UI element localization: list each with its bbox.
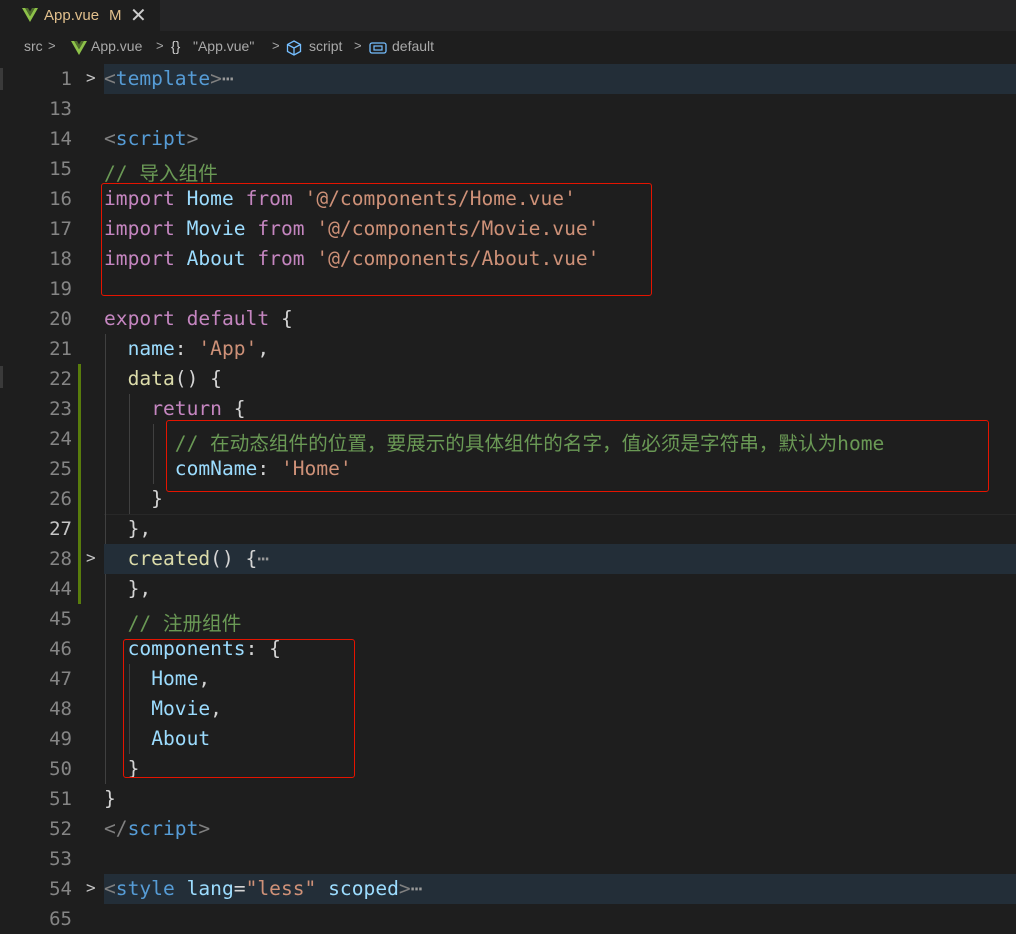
chevron-right-icon[interactable]: > (86, 548, 96, 567)
code-text: }, (104, 577, 152, 600)
chevron-right-icon[interactable]: > (86, 68, 96, 87)
code-text: <script> (104, 127, 199, 150)
code-text: <style lang="less" scoped>⋯ (104, 877, 423, 900)
line-number: 22 (49, 368, 72, 390)
line-number: 49 (49, 728, 72, 750)
vue-logo-icon (71, 41, 87, 55)
code-line[interactable]: 22 data() { (0, 364, 1016, 394)
tab-app-vue[interactable]: App.vue M ✕ (0, 0, 160, 31)
chevron-right-icon[interactable]: > (86, 878, 96, 897)
line-number: 48 (49, 698, 72, 720)
breadcrumb-file[interactable]: App.vue (91, 38, 142, 54)
code-text: export default { (104, 307, 293, 330)
code-editor[interactable]: 1 > <template>⋯ 13 14 <script> 15 // 导入组… (0, 64, 1016, 930)
code-line[interactable]: 27 }, (0, 514, 1016, 544)
line-number: 25 (49, 458, 72, 480)
close-icon[interactable]: ✕ (130, 3, 147, 28)
code-line[interactable]: 54 > <style lang="less" scoped>⋯ (0, 874, 1016, 904)
variable-icon (369, 42, 387, 54)
code-line[interactable]: 15 // 导入组件 (0, 154, 1016, 185)
line-number: 14 (49, 128, 72, 150)
code-line[interactable]: 65 (0, 904, 1016, 934)
annotation-box-components (123, 639, 355, 778)
line-number: 47 (49, 668, 72, 690)
code-line[interactable]: 21 name: 'App', (0, 334, 1016, 364)
line-number: 20 (49, 308, 72, 330)
line-number: 44 (49, 578, 72, 600)
breadcrumb-default[interactable]: default (392, 38, 434, 54)
line-number: 54 (49, 878, 72, 900)
code-text: return { (151, 397, 246, 420)
code-line[interactable]: 53 (0, 844, 1016, 874)
line-number: 21 (49, 338, 72, 360)
line-number: 65 (49, 908, 72, 930)
line-number: 53 (49, 848, 72, 870)
code-text: created() {⋯ (127, 547, 270, 570)
line-number: 52 (49, 818, 72, 840)
line-number: 24 (49, 428, 72, 450)
cube-icon (286, 40, 302, 56)
modified-indicator: M (109, 7, 122, 24)
breadcrumb-src[interactable]: src (24, 38, 43, 54)
folded-ellipsis: ⋯ (410, 877, 423, 900)
code-line[interactable]: 45 // 注册组件 (0, 604, 1016, 635)
line-number: 28 (49, 548, 72, 570)
code-text: <template>⋯ (104, 67, 234, 90)
code-line[interactable]: 1 > <template>⋯ (0, 64, 1016, 94)
line-number: 13 (49, 98, 72, 120)
folded-ellipsis: ⋯ (221, 67, 234, 90)
code-line[interactable]: 20 export default { (0, 304, 1016, 334)
code-text: // 导入组件 (104, 162, 218, 185)
line-number: 45 (49, 608, 72, 630)
line-number: 46 (49, 638, 72, 660)
code-text: </script> (104, 817, 211, 840)
chevron-right-icon: > (272, 38, 280, 53)
code-line[interactable]: 14 <script> (0, 124, 1016, 154)
breadcrumb-script[interactable]: script (309, 38, 342, 54)
code-line[interactable]: 51 } (0, 784, 1016, 814)
code-text: }, (104, 517, 152, 540)
breadcrumb-object[interactable]: "App.vue" (193, 38, 254, 54)
line-number: 18 (49, 248, 72, 270)
code-line[interactable]: 13 (0, 94, 1016, 124)
code-line[interactable]: 28 > created() {⋯ (0, 544, 1016, 574)
tab-filename: App.vue (44, 7, 100, 24)
line-number: 16 (49, 188, 72, 210)
code-line[interactable]: 52 </script> (0, 814, 1016, 844)
code-text: data() { (127, 367, 222, 390)
code-text: // 注册组件 (127, 612, 242, 635)
line-number: 26 (49, 488, 72, 510)
annotation-box-comname (166, 420, 989, 492)
braces-icon: {} (171, 38, 181, 54)
vue-logo-icon (22, 8, 38, 22)
line-number: 51 (49, 788, 72, 810)
annotation-box-imports (101, 183, 652, 296)
line-number: 17 (49, 218, 72, 240)
line-number: 1 (60, 68, 72, 90)
line-number: 50 (49, 758, 72, 780)
line-number: 23 (49, 398, 72, 420)
chevron-right-icon: > (156, 38, 164, 53)
line-number: 19 (49, 278, 72, 300)
code-text: } (104, 787, 116, 810)
code-text: name: 'App', (127, 337, 270, 360)
code-line[interactable]: 44 }, (0, 574, 1016, 604)
line-number: 15 (49, 158, 72, 180)
chevron-right-icon: > (354, 38, 362, 53)
line-number: 27 (49, 518, 72, 540)
tab-bar: App.vue M ✕ (0, 0, 1016, 31)
code-text: } (104, 487, 163, 510)
chevron-right-icon: > (48, 38, 56, 53)
folded-ellipsis: ⋯ (257, 547, 270, 570)
